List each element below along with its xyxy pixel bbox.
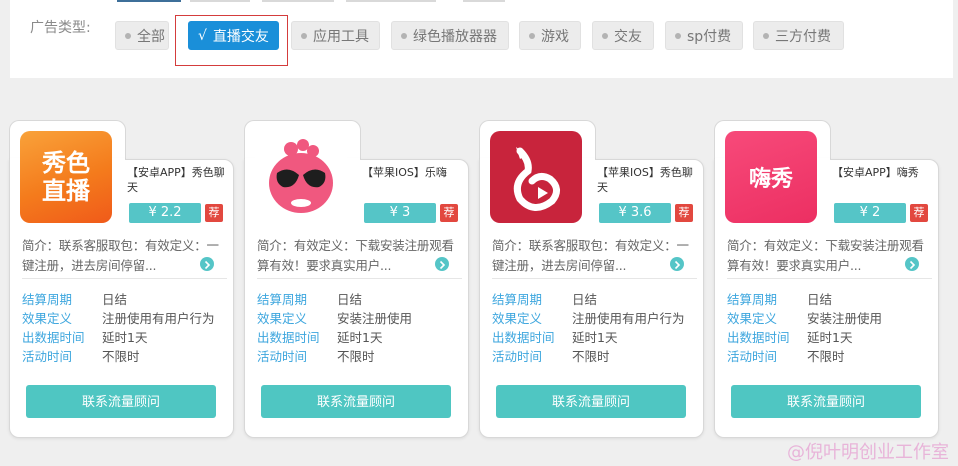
field-value: 安装注册使用 bbox=[337, 311, 413, 326]
field-value: 日结 bbox=[572, 292, 598, 307]
ad-card[interactable]: 嗨秀 【安卓APP】嗨秀 ¥ 2 荐 简介：有效定义：下载安装注册观看算有效！要… bbox=[714, 120, 939, 438]
field-value: 安装注册使用 bbox=[807, 311, 883, 326]
field-key: 效果定义 bbox=[257, 311, 308, 326]
filter-option-games[interactable]: 游戏 bbox=[519, 21, 581, 50]
app-name[interactable]: 【安卓APP】秀色聊天 bbox=[127, 165, 227, 195]
info-table: 结算周期 日结 效果定义 注册使用有用户行为 出数据时间 延时1天 活动时间 不限时 bbox=[492, 290, 685, 366]
filter-option-green-player[interactable]: 绿色播放器器 bbox=[391, 21, 509, 50]
bullet-icon bbox=[602, 32, 608, 39]
price-badge: ¥ 3.6 bbox=[599, 203, 671, 223]
recommend-badge: 荐 bbox=[205, 204, 223, 222]
price-badge: ¥ 2 bbox=[834, 203, 906, 223]
description: 简介：联系客服取包：有效定义：一键注册，进去房间停留... bbox=[22, 238, 219, 273]
bullet-icon bbox=[529, 32, 535, 39]
filter-option-label: 绿色播放器器 bbox=[413, 28, 497, 45]
chevron-right-icon[interactable] bbox=[670, 257, 684, 271]
ad-type-label: 广告类型: bbox=[30, 20, 91, 36]
field-key: 活动时间 bbox=[257, 349, 308, 364]
field-value: 日结 bbox=[337, 292, 363, 307]
field-key: 效果定义 bbox=[492, 311, 543, 326]
info-table: 结算周期 日结 效果定义 安装注册使用 出数据时间 延时1天 活动时间 不限时 bbox=[727, 290, 882, 366]
lehai-app-icon[interactable] bbox=[255, 131, 347, 223]
contact-advisor-button[interactable]: 联系流量顾问 bbox=[26, 385, 216, 418]
contact-advisor-button[interactable]: 联系流量顾问 bbox=[496, 385, 686, 418]
price-badge: ¥ 2.2 bbox=[129, 203, 201, 223]
field-value: 延时1天 bbox=[807, 330, 853, 345]
field-key: 出数据时间 bbox=[727, 330, 790, 345]
description: 简介：联系客服取包：有效定义：一键注册，进去房间停留... bbox=[492, 238, 689, 273]
filter-option-dating[interactable]: 交友 bbox=[592, 21, 654, 50]
filter-option-label: 全部 bbox=[137, 28, 165, 45]
divider bbox=[492, 278, 697, 279]
filter-option-app-tools[interactable]: 应用工具 bbox=[291, 21, 380, 50]
description: 简介：有效定义：下载安装注册观看算有效！要求真实用户... bbox=[257, 238, 454, 273]
field-value: 不限时 bbox=[807, 349, 845, 364]
info-table: 结算周期 日结 效果定义 安装注册使用 出数据时间 延时1天 活动时间 不限时 bbox=[257, 290, 412, 366]
recommend-badge: 荐 bbox=[910, 204, 928, 222]
field-value: 日结 bbox=[807, 292, 833, 307]
description: 简介：有效定义：下载安装注册观看算有效！要求真实用户... bbox=[727, 238, 924, 273]
price-badge: ¥ 3 bbox=[364, 203, 436, 223]
field-key: 出数据时间 bbox=[257, 330, 320, 345]
field-key: 结算周期 bbox=[492, 292, 543, 307]
field-key: 结算周期 bbox=[22, 292, 73, 307]
divider bbox=[22, 278, 227, 279]
field-key: 活动时间 bbox=[727, 349, 778, 364]
divider bbox=[727, 278, 932, 279]
contact-advisor-button[interactable]: 联系流量顾问 bbox=[731, 385, 921, 418]
chevron-right-icon[interactable] bbox=[905, 257, 919, 271]
recommend-badge: 荐 bbox=[675, 204, 693, 222]
field-value: 注册使用有用户行为 bbox=[572, 311, 685, 326]
field-key: 结算周期 bbox=[257, 292, 308, 307]
filter-option-all[interactable]: 全部 bbox=[115, 21, 169, 50]
filter-option-label: 应用工具 bbox=[313, 28, 369, 45]
active-option-highlight-frame bbox=[175, 15, 288, 66]
filter-option-label: 三方付费 bbox=[775, 28, 831, 45]
icon-text: 秀色 bbox=[42, 149, 90, 177]
bullet-icon bbox=[763, 32, 769, 39]
haixiu-app-icon[interactable]: 嗨秀 bbox=[725, 131, 817, 223]
field-value: 日结 bbox=[102, 292, 128, 307]
ad-card[interactable]: 【苹果IOS】秀色聊天 ¥ 3.6 荐 简介：联系客服取包：有效定义：一键注册，… bbox=[479, 120, 704, 438]
field-key: 出数据时间 bbox=[492, 330, 555, 345]
info-table: 结算周期 日结 效果定义 注册使用有用户行为 出数据时间 延时1天 活动时间 不限时 bbox=[22, 290, 215, 366]
filter-option-third-party-paid[interactable]: 三方付费 bbox=[753, 21, 844, 50]
ad-card[interactable]: 【苹果IOS】乐嗨 ¥ 3 荐 简介：有效定义：下载安装注册观看算有效！要求真实… bbox=[244, 120, 469, 438]
filter-option-label: 游戏 bbox=[541, 28, 569, 45]
field-key: 出数据时间 bbox=[22, 330, 85, 345]
app-name[interactable]: 【苹果IOS】乐嗨 bbox=[362, 165, 462, 180]
field-value: 延时1天 bbox=[572, 330, 618, 345]
chevron-right-icon[interactable] bbox=[200, 257, 214, 271]
app-name[interactable]: 【苹果IOS】秀色聊天 bbox=[597, 165, 697, 195]
watermark: @倪叶明创业工作室 bbox=[787, 442, 949, 463]
xiuse-mermaid-app-icon[interactable] bbox=[490, 131, 582, 223]
xiuse-zhibo-app-icon[interactable]: 秀色 直播 bbox=[20, 131, 112, 223]
icon-text: 直播 bbox=[42, 177, 90, 205]
chevron-right-icon[interactable] bbox=[435, 257, 449, 271]
field-value: 延时1天 bbox=[102, 330, 148, 345]
field-value: 注册使用有用户行为 bbox=[102, 311, 215, 326]
bullet-icon bbox=[401, 32, 407, 39]
icon-text: 嗨秀 bbox=[748, 167, 793, 192]
recommend-badge: 荐 bbox=[440, 204, 458, 222]
field-key: 结算周期 bbox=[727, 292, 778, 307]
divider bbox=[257, 278, 462, 279]
field-value: 延时1天 bbox=[337, 330, 383, 345]
filter-option-sp-paid[interactable]: sp付费 bbox=[665, 21, 743, 50]
filter-option-label: 交友 bbox=[614, 28, 642, 45]
bullet-icon bbox=[675, 32, 681, 39]
field-key: 活动时间 bbox=[22, 349, 73, 364]
ad-card[interactable]: 秀色 直播 【安卓APP】秀色聊天 ¥ 2.2 荐 简介：联系客服取包：有效定义… bbox=[9, 120, 234, 438]
field-value: 不限时 bbox=[572, 349, 610, 364]
bullet-icon bbox=[301, 32, 307, 39]
bullet-icon bbox=[125, 32, 131, 39]
contact-advisor-button[interactable]: 联系流量顾问 bbox=[261, 385, 451, 418]
field-value: 不限时 bbox=[102, 349, 140, 364]
field-key: 效果定义 bbox=[22, 311, 73, 326]
field-key: 效果定义 bbox=[727, 311, 778, 326]
filter-option-label: sp付费 bbox=[687, 28, 732, 45]
field-key: 活动时间 bbox=[492, 349, 543, 364]
field-value: 不限时 bbox=[337, 349, 375, 364]
app-name[interactable]: 【安卓APP】嗨秀 bbox=[832, 165, 932, 180]
